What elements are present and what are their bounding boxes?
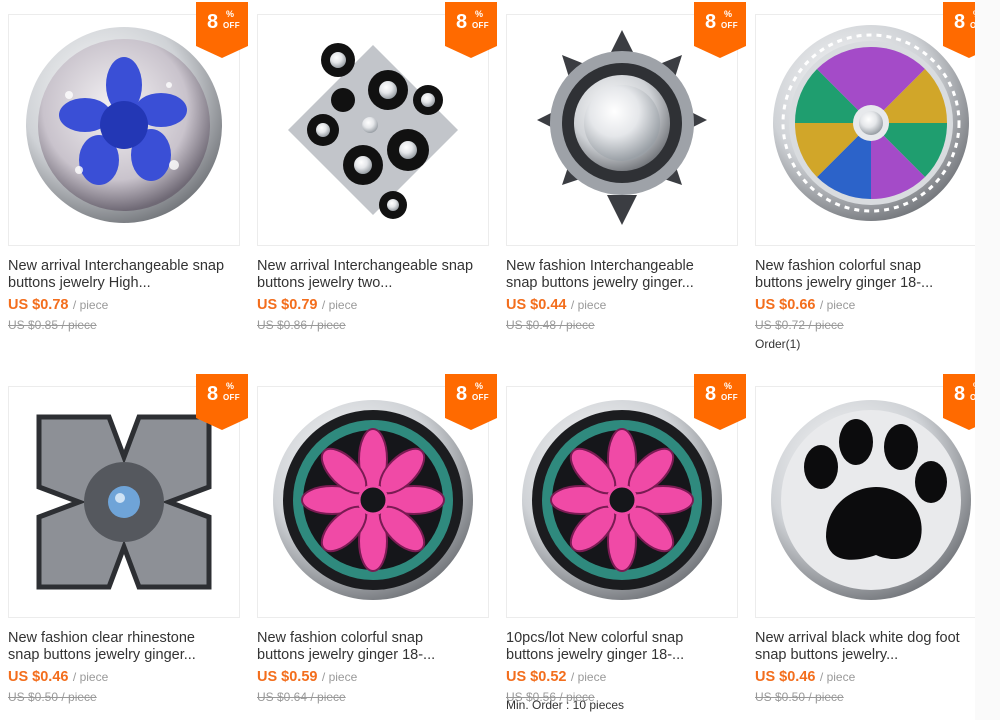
product-price: US $0.79 / piece <box>257 297 358 313</box>
right-edge-strip <box>975 0 1000 720</box>
product-title[interactable]: New arrival Interchangeable snap buttons … <box>257 258 489 292</box>
original-price: US $0.86 / piece <box>257 318 346 332</box>
product-price: US $0.78 / piece <box>8 297 109 313</box>
product-title[interactable]: New fashion Interchangeable snap buttons … <box>506 258 738 292</box>
discount-badge: 8%OFF <box>445 374 497 430</box>
product-price: US $0.59 / piece <box>257 669 358 685</box>
original-price: US $0.48 / piece <box>506 318 595 332</box>
product-price: US $0.44 / piece <box>506 297 607 313</box>
original-price: US $0.50 / piece <box>755 690 844 704</box>
product-price: US $0.46 / piece <box>755 669 856 685</box>
product-price: US $0.52 / piece <box>506 669 607 685</box>
discount-badge: 8%OFF <box>694 374 746 430</box>
product-title[interactable]: New fashion clear rhinestone snap buttons… <box>8 630 240 664</box>
discount-badge: 8%OFF <box>445 2 497 58</box>
product-title[interactable]: New arrival Interchangeable snap buttons … <box>8 258 240 292</box>
product-price: US $0.66 / piece <box>755 297 856 313</box>
discount-badge: 8%OFF <box>196 2 248 58</box>
original-price: US $0.50 / piece <box>8 690 97 704</box>
product-title[interactable]: New fashion colorful snap buttons jewelry… <box>257 630 489 664</box>
product-price: US $0.46 / piece <box>8 669 109 685</box>
discount-badge: 8%OFF <box>694 2 746 58</box>
min-order-info: Min. Order : 10 pieces <box>506 698 625 712</box>
order-info: Order(1) <box>755 337 801 351</box>
original-price: US $0.85 / piece <box>8 318 97 332</box>
product-title[interactable]: New arrival black white dog foot snap but… <box>755 630 987 664</box>
product-title[interactable]: New fashion colorful snap buttons jewelry… <box>755 258 987 292</box>
product-title[interactable]: 10pcs/lot New colorful snap buttons jewel… <box>506 630 738 664</box>
original-price: US $0.72 / piece <box>755 318 844 332</box>
discount-badge: 8%OFF <box>196 374 248 430</box>
original-price: US $0.64 / piece <box>257 690 346 704</box>
